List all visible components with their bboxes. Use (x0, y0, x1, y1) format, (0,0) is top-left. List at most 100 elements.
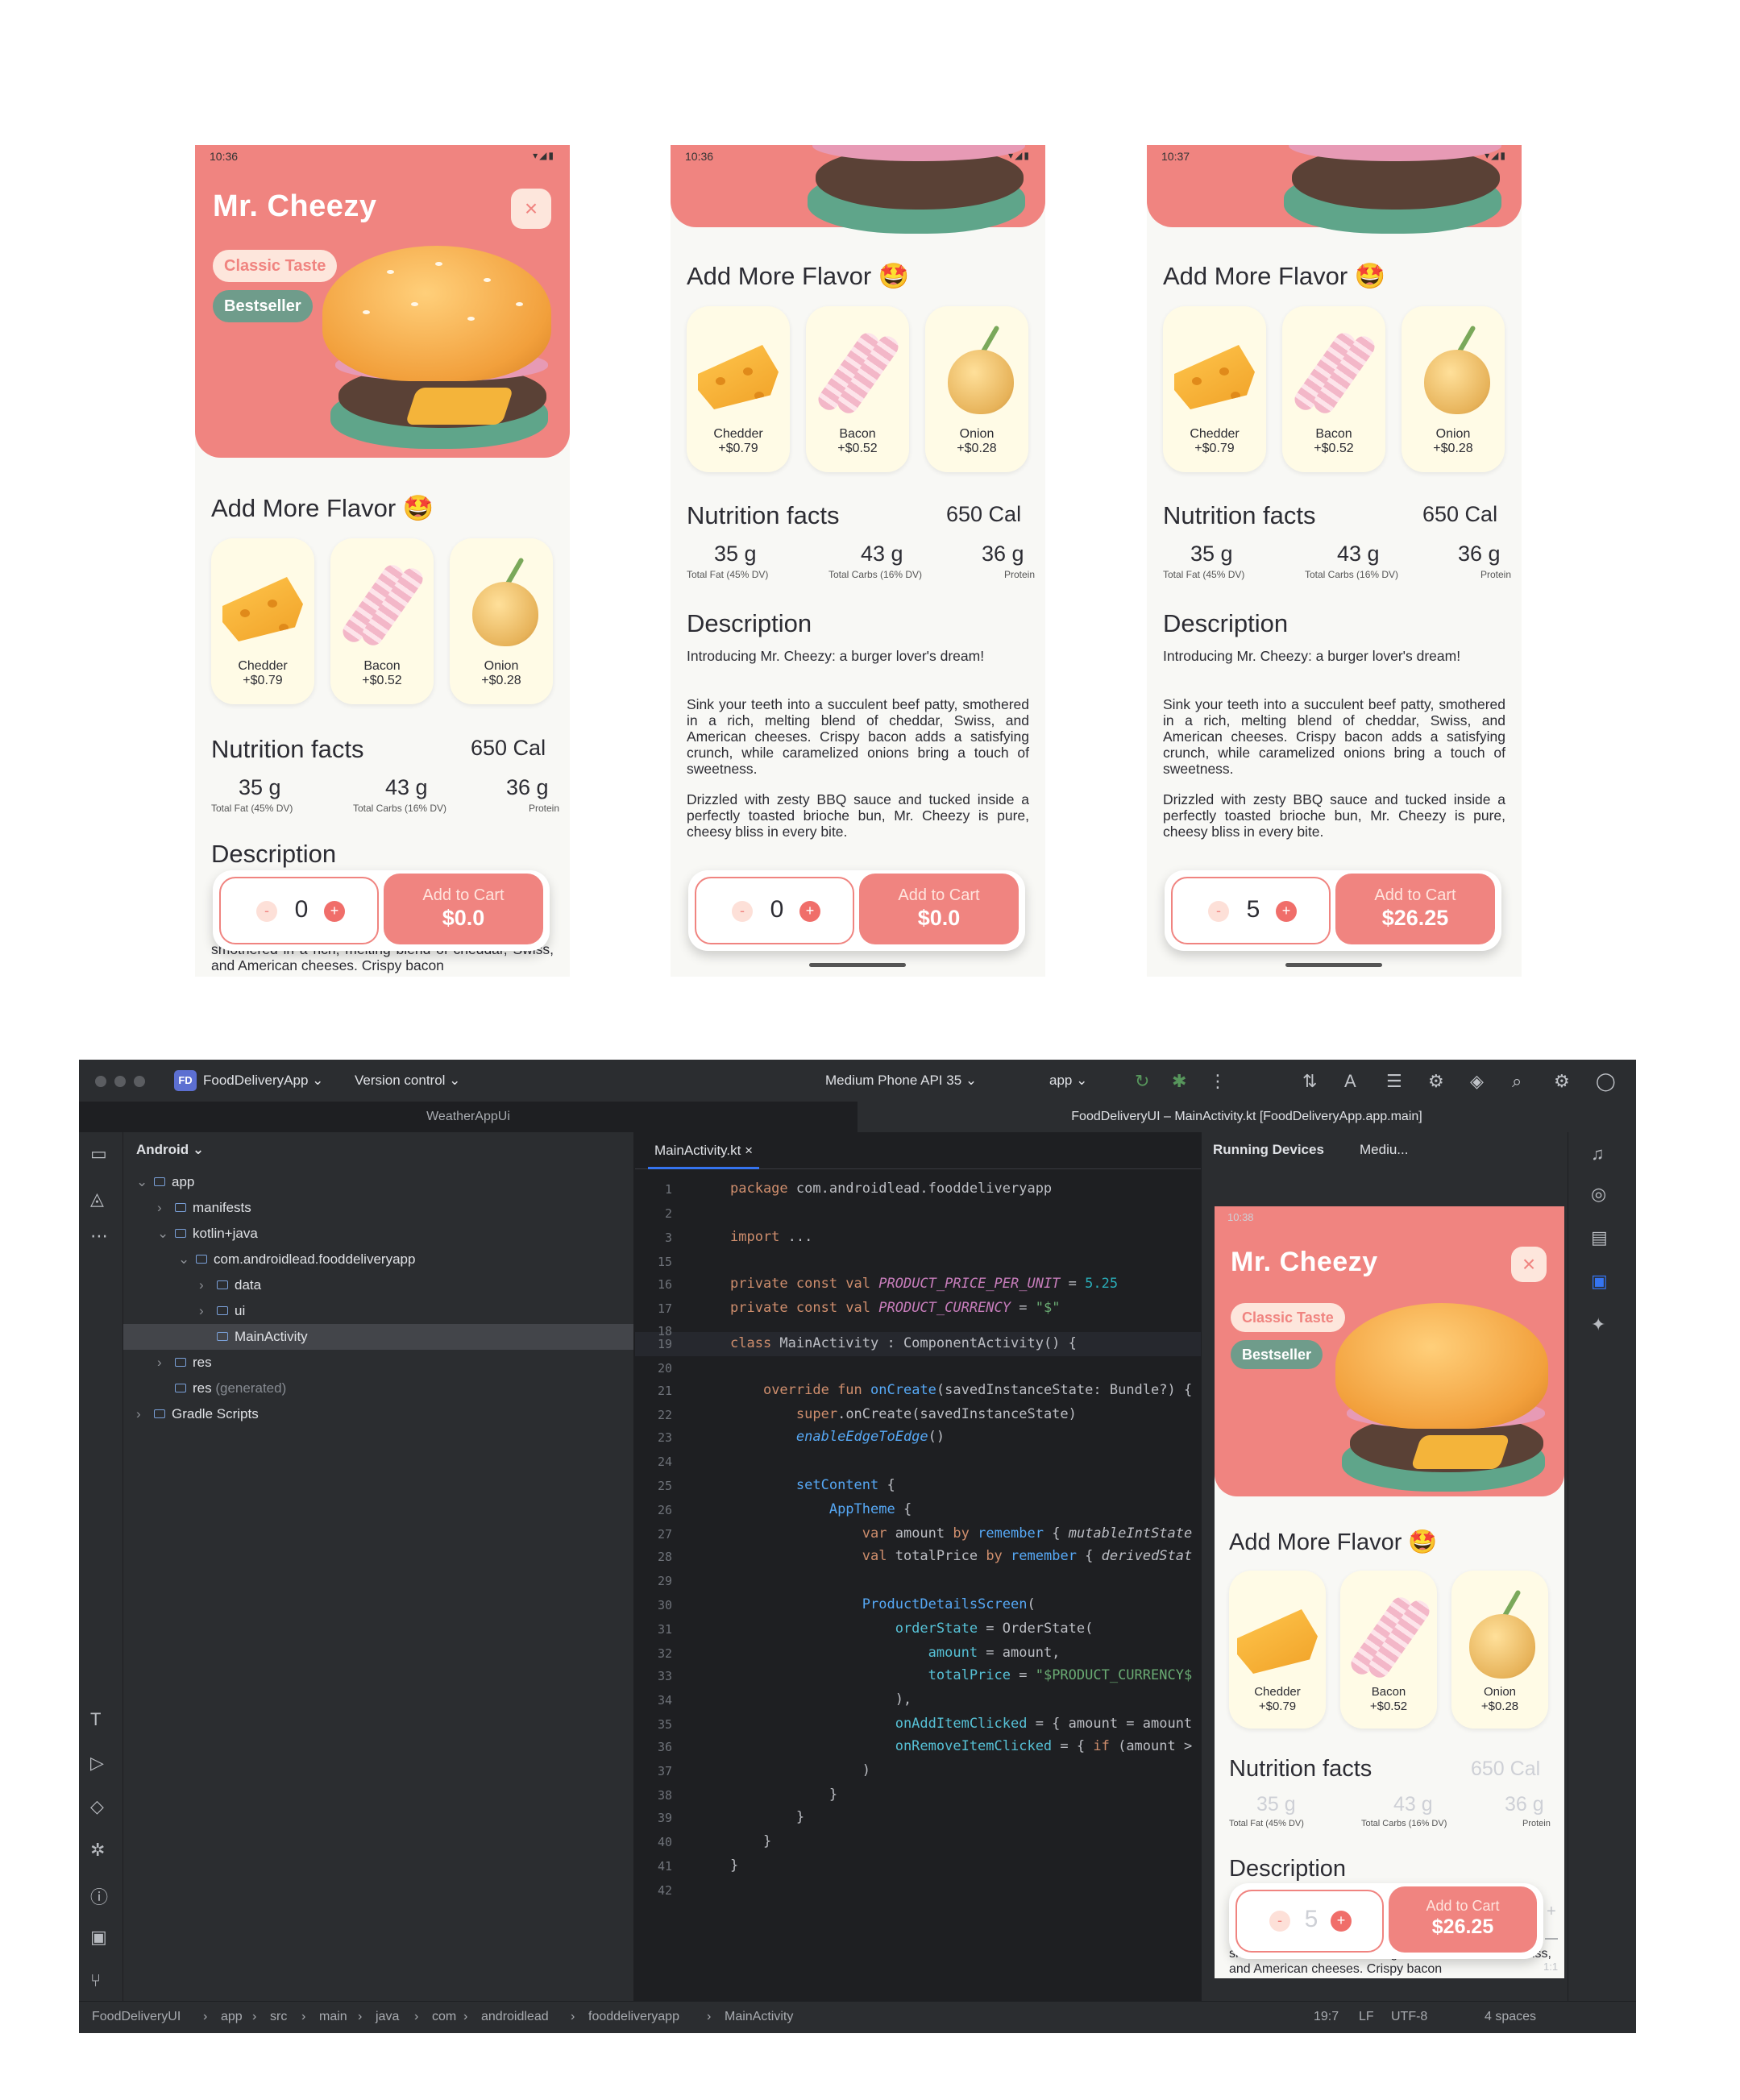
tree-item-com-androidlead-fooddeliveryapp[interactable]: ⌄ com.androidlead.fooddeliveryapp (123, 1247, 633, 1272)
line-number[interactable]: 38 (635, 1788, 672, 1803)
topping-card-onion[interactable]: Onion +$0.28 (1402, 306, 1505, 472)
code-line-41[interactable]: } (730, 1857, 738, 1874)
sdk-manager-icon[interactable]: ◈ (1470, 1071, 1484, 1092)
tree-expand-icon[interactable]: › (157, 1195, 172, 1221)
zoom-out-button[interactable]: — (1545, 1932, 1558, 1946)
add-to-cart-button[interactable]: Add to Cart $0.0 (859, 874, 1019, 944)
gesture-bar[interactable] (809, 963, 906, 967)
breadcrumb-item[interactable]: FoodDeliveryUI (92, 2010, 181, 2024)
git-icon[interactable]: ⑂ (90, 1970, 101, 1991)
code-line-30[interactable]: ProductDetailsScreen( (730, 1596, 1036, 1612)
code-line-22[interactable]: super.onCreate(savedInstanceState) (730, 1406, 1077, 1422)
notifications-icon[interactable]: ♫ (1591, 1143, 1605, 1164)
tree-expand-icon[interactable]: ⌄ (136, 1169, 151, 1195)
increase-button[interactable]: + (1276, 901, 1297, 922)
sync-icon[interactable]: ⇅ (1302, 1071, 1317, 1092)
code-line-40[interactable]: } (730, 1833, 771, 1849)
debug-icon[interactable]: ✱ (1172, 1071, 1186, 1092)
sparkle-icon[interactable]: ✦ (1591, 1314, 1605, 1335)
code-line-32[interactable]: amount = amount, (730, 1645, 1061, 1661)
line-number[interactable]: 42 (635, 1883, 672, 1898)
running-devices-icon[interactable]: ▣ (1591, 1271, 1608, 1292)
line-number[interactable]: 27 (635, 1527, 672, 1542)
code-line-3[interactable]: import ... (730, 1229, 812, 1245)
code-line-37[interactable]: ) (730, 1762, 870, 1778)
code-line-38[interactable]: } (730, 1787, 837, 1803)
code-line-39[interactable]: } (730, 1809, 804, 1825)
code-line-25[interactable]: setContent { (730, 1477, 895, 1493)
terminal-icon[interactable]: ▣ (90, 1927, 107, 1948)
line-number[interactable]: 23 (635, 1430, 672, 1445)
search-icon[interactable]: ⌕ (1512, 1071, 1522, 1092)
code-line-21[interactable]: override fun onCreate(savedInstanceState… (730, 1382, 1192, 1398)
line-number[interactable]: 24 (635, 1455, 672, 1469)
close-button[interactable]: × (1511, 1247, 1547, 1282)
close-button[interactable]: × (511, 189, 551, 229)
tree-expand-icon[interactable]: › (136, 1401, 151, 1427)
cursor-position[interactable]: 19:7 (1314, 2010, 1339, 2024)
tree-item-kotlin-java[interactable]: ⌄ kotlin+java (123, 1221, 633, 1247)
add-to-cart-button[interactable]: Add to Cart $0.0 (384, 874, 543, 944)
line-number[interactable]: 33 (635, 1669, 672, 1683)
window-tab-weatherapp[interactable]: WeatherAppUi (79, 1102, 858, 1132)
line-number[interactable]: 21 (635, 1384, 672, 1398)
topping-card-cheddar[interactable]: Chedder +$0.79 (1229, 1571, 1326, 1729)
code-line-27[interactable]: var amount by remember { mutableIntState (730, 1525, 1192, 1542)
line-number[interactable]: 26 (635, 1503, 672, 1517)
code-line-36[interactable]: onRemoveItemClicked = { if (amount > (730, 1738, 1193, 1754)
tree-expand-icon[interactable]: › (157, 1350, 172, 1376)
line-number[interactable]: 35 (635, 1717, 672, 1732)
topping-card-bacon[interactable]: Bacon +$0.52 (330, 538, 434, 704)
tree-expand-icon[interactable]: ⌄ (178, 1247, 193, 1272)
line-number[interactable]: 37 (635, 1764, 672, 1778)
code-line-16[interactable]: private const val PRODUCT_PRICE_PER_UNIT… (730, 1276, 1118, 1292)
code-line-28[interactable]: val totalPrice by remember { derivedStat (730, 1548, 1192, 1564)
gemini-icon[interactable]: ◎ (1591, 1184, 1606, 1205)
window-minimize-button[interactable] (114, 1076, 126, 1087)
tree-expand-icon[interactable]: ⌄ (157, 1221, 172, 1247)
line-number[interactable]: 3 (635, 1231, 672, 1245)
device-tab[interactable]: Mediu... (1360, 1142, 1408, 1158)
line-number[interactable]: 29 (635, 1574, 672, 1588)
device-manager-icon[interactable]: ⚙ (1428, 1071, 1444, 1092)
code-line-1[interactable]: package com.androidlead.fooddeliveryapp (730, 1181, 1052, 1197)
run-icon[interactable]: ▷ (90, 1753, 104, 1774)
decrease-button[interactable]: - (732, 901, 753, 922)
line-number[interactable]: 20 (635, 1361, 672, 1376)
layout-inspector-icon[interactable]: ☰ (1386, 1071, 1402, 1092)
topping-card-cheddar[interactable]: Chedder +$0.79 (687, 306, 790, 472)
editor-tab-mainactivity[interactable]: MainActivity.kt × (648, 1132, 760, 1169)
breadcrumb-item[interactable]: fooddeliveryapp (588, 2010, 679, 2024)
line-number[interactable]: 39 (635, 1811, 672, 1825)
code-line-17[interactable]: private const val PRODUCT_CURRENCY = "$" (730, 1300, 1060, 1316)
decrease-button[interactable]: - (256, 901, 277, 922)
build-icon[interactable]: T (90, 1709, 101, 1730)
run-config-selector[interactable]: app ⌄ (1049, 1073, 1087, 1089)
breadcrumb-item[interactable]: src (270, 2010, 287, 2024)
rerun-icon[interactable]: ↻ (1135, 1071, 1149, 1092)
line-number[interactable]: 25 (635, 1479, 672, 1493)
breadcrumb-item[interactable]: com (432, 2010, 456, 2024)
device-selector[interactable]: Medium Phone API 35 ⌄ (825, 1073, 977, 1089)
line-number[interactable]: 22 (635, 1408, 672, 1422)
tree-item-app[interactable]: ⌄ app (123, 1169, 633, 1195)
line-separator[interactable]: LF (1359, 2010, 1374, 2024)
tree-item-manifests[interactable]: › manifests (123, 1195, 633, 1221)
topping-card-onion[interactable]: Onion +$0.28 (450, 538, 553, 704)
code-line-34[interactable]: ), (730, 1691, 912, 1708)
increase-button[interactable]: + (799, 901, 820, 922)
increase-button[interactable]: + (1331, 1911, 1352, 1932)
project-selector[interactable]: FoodDeliveryApp ⌄ (203, 1073, 323, 1089)
line-number[interactable]: 15 (635, 1255, 672, 1269)
line-number[interactable]: 30 (635, 1598, 672, 1612)
line-number[interactable]: 17 (635, 1301, 672, 1316)
tree-item-mainactivity[interactable]: MainActivity (123, 1324, 633, 1350)
add-to-cart-button[interactable]: Add to Cart $26.25 (1389, 1886, 1537, 1953)
breadcrumb-item[interactable]: androidlead (481, 2010, 549, 2024)
gesture-bar[interactable] (1285, 963, 1382, 967)
tree-item-data[interactable]: › data (123, 1272, 633, 1298)
breadcrumb-item[interactable]: app (221, 2010, 243, 2024)
zoom-actual-size-button[interactable]: 1:1 (1543, 1961, 1558, 1973)
topping-card-bacon[interactable]: Bacon +$0.52 (1340, 1571, 1437, 1729)
more-tools-icon[interactable]: ⋯ (90, 1226, 108, 1247)
